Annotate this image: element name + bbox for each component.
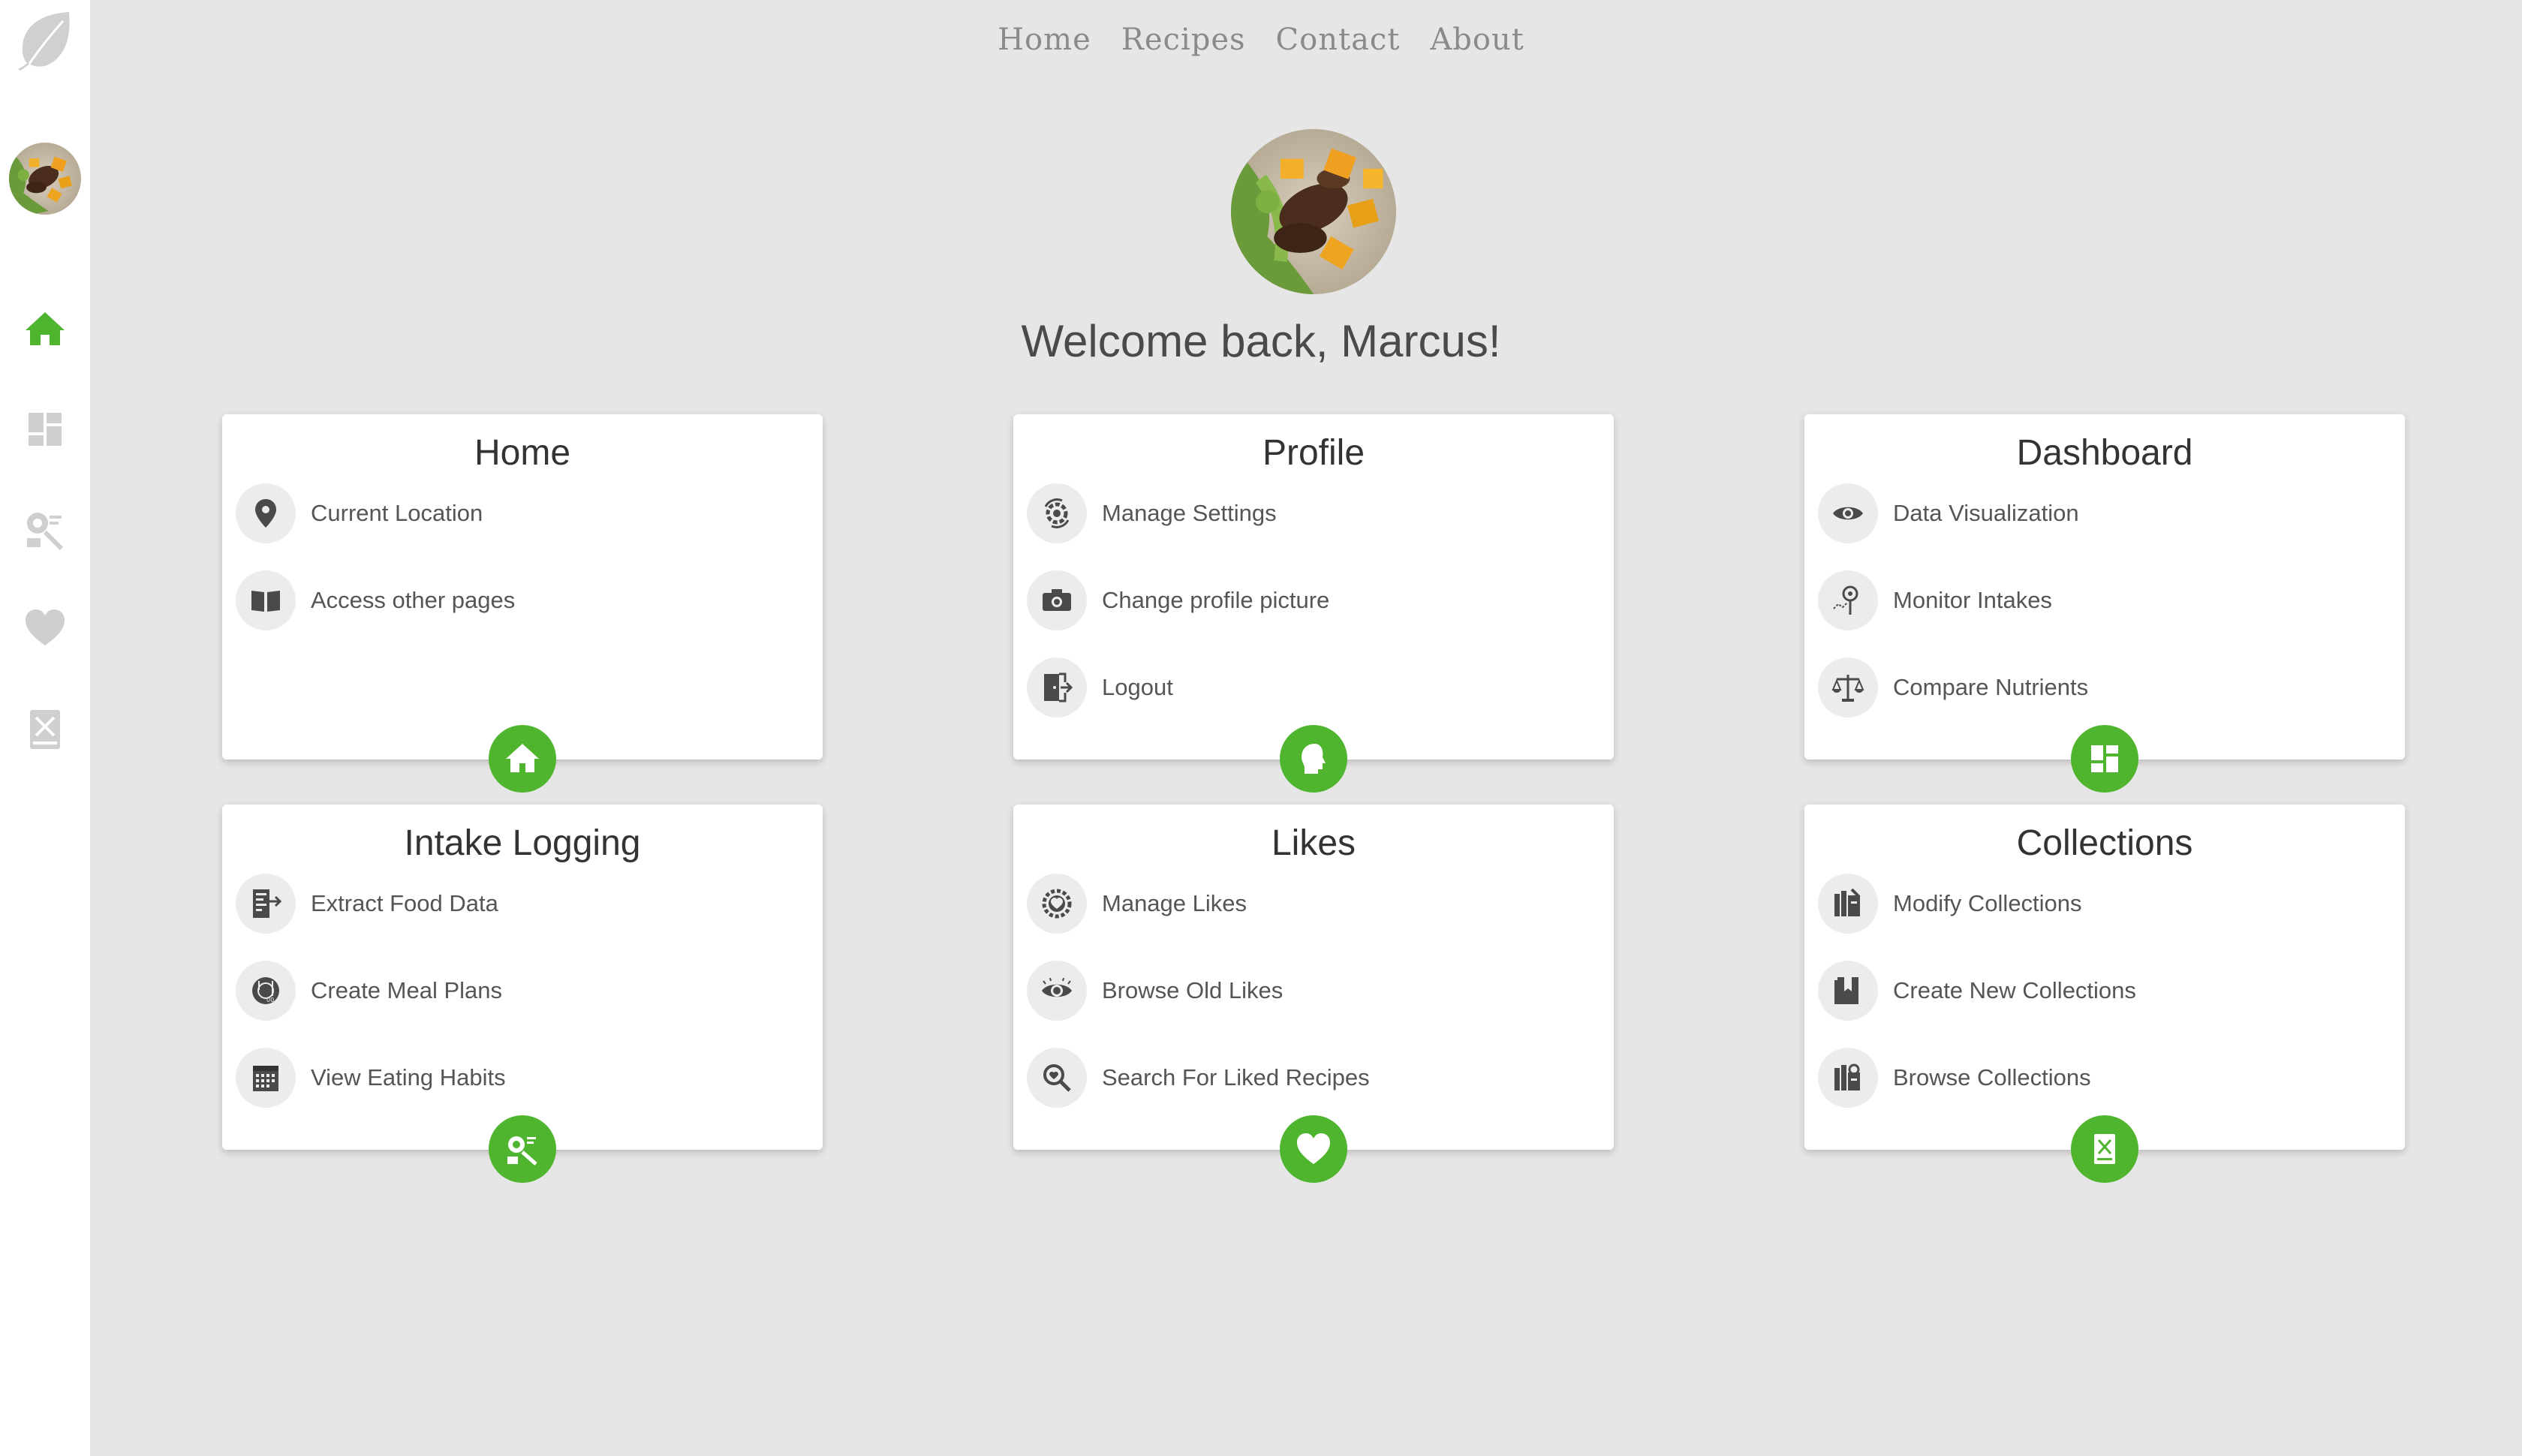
item-label: Logout [1102,674,1173,700]
list-item-data-visualization[interactable]: Data Visualization [1818,483,2079,543]
item-label: Browse Old Likes [1102,977,1284,1003]
likes-fab-button[interactable] [1280,1115,1347,1183]
monitor-icon [1818,570,1878,630]
list-item-change-profile-picture[interactable]: Change profile picture [1027,570,1329,630]
list-item-manage-likes[interactable]: Manage Likes [1027,874,1247,934]
home-fab-button[interactable] [489,725,556,793]
item-label: Manage Likes [1102,890,1247,916]
card-title: Intake Logging [404,823,641,863]
dashboard-fab-button[interactable] [2071,725,2138,793]
item-label: View Eating Habits [311,1064,506,1090]
list-item-view-eating-habits[interactable]: View Eating Habits [236,1048,506,1108]
camera-icon [1027,570,1087,630]
top-nav: Home Recipes Contact About [0,23,2522,57]
list-item-create-meal-plans[interactable]: 00 Create Meal Plans [236,961,502,1021]
item-label: Current Location [311,500,483,526]
profile-fab-button[interactable] [1280,725,1347,793]
nav-link-home[interactable]: Home [998,23,1091,57]
list-item-monitor-intakes[interactable]: Monitor Intakes [1818,570,2052,630]
card-title: Home [474,433,571,473]
item-label: Manage Settings [1102,500,1277,526]
item-label: Create New Collections [1893,977,2136,1003]
item-label: Extract Food Data [311,890,498,916]
list-item-access-other-pages[interactable]: Access other pages [236,570,515,630]
card-title: Profile [1262,433,1365,473]
item-label: Data Visualization [1893,500,2079,526]
modify-collection-icon [1818,874,1878,934]
card-dashboard: Dashboard Data Visualization Monitor Int… [1804,414,2405,793]
meal-plan-icon: 00 [236,961,296,1021]
sidebar-collections-icon[interactable] [23,707,68,752]
nav-link-about[interactable]: About [1430,23,1524,57]
list-item-current-location[interactable]: Current Location [236,483,483,543]
item-label: Change profile picture [1102,587,1330,613]
nav-link-recipes[interactable]: Recipes [1121,23,1246,57]
welcome-message: Welcome back, Marcus! [1021,316,1501,366]
item-label: Modify Collections [1893,890,2082,916]
list-item-browse-old-likes[interactable]: Browse Old Likes [1027,961,1283,1021]
card-profile: Profile Manage Settings Change profile p… [1013,414,1614,793]
eye-icon [1818,483,1878,543]
list-item-logout[interactable]: Logout [1027,657,1173,717]
card-title: Collections [2016,823,2193,863]
list-item-search-liked-recipes[interactable]: Search For Liked Recipes [1027,1048,1370,1108]
calendar-icon [236,1048,296,1108]
browse-eye-icon [1027,961,1087,1021]
sidebar-intake-icon[interactable] [23,507,68,552]
scale-icon [1818,657,1878,717]
sidebar-dashboard-icon[interactable] [23,407,68,452]
gear-icon [1027,483,1087,543]
new-collection-icon [1818,961,1878,1021]
home-icon [506,744,539,772]
list-item-modify-collections[interactable]: Modify Collections [1818,874,2082,934]
card-title: Likes [1271,823,1356,863]
list-item-browse-collections[interactable]: Browse Collections [1818,1048,2091,1108]
nav-link-contact[interactable]: Contact [1276,23,1401,57]
list-item-create-new-collections[interactable]: Create New Collections [1818,961,2136,1021]
item-label: Monitor Intakes [1893,587,2052,613]
item-label: Access other pages [311,587,516,613]
item-label: Create Meal Plans [311,977,503,1003]
extract-icon [236,874,296,934]
sidebar-avatar[interactable] [9,143,81,215]
dashboard-icon [2091,745,2118,772]
intake-fab-button[interactable] [489,1115,556,1183]
card-intake-logging: Intake Logging Extract Food Data 00 Crea… [222,805,823,1183]
intake-icon [507,1136,537,1166]
list-item-manage-settings[interactable]: Manage Settings [1027,483,1277,543]
card-title: Dashboard [2016,433,2193,473]
collections-icon [2094,1134,2115,1164]
list-item-compare-nutrients[interactable]: Compare Nutrients [1818,657,2088,717]
search-icon [1027,1048,1087,1108]
sidebar [0,0,90,1456]
book-icon [236,570,296,630]
item-label: Compare Nutrients [1893,674,2089,700]
svg-text:00: 00 [266,997,274,1003]
profile-avatar[interactable] [1231,129,1396,294]
card-collections: Collections Modify Collections Create Ne… [1804,805,2405,1183]
item-label: Search For Liked Recipes [1102,1064,1370,1090]
item-label: Browse Collections [1893,1064,2091,1090]
logout-icon [1027,657,1087,717]
browse-collection-icon [1818,1048,1878,1108]
card-likes: Likes Manage Likes Browse Old Likes Sear… [1013,805,1614,1183]
collections-fab-button[interactable] [2071,1115,2138,1183]
manage-likes-icon [1027,874,1087,934]
heart-icon [1297,1133,1330,1164]
location-pin-icon [236,483,296,543]
list-item-extract-food-data[interactable]: Extract Food Data [236,874,498,934]
card-home: Home Current Location Access other pages [222,414,823,793]
sidebar-heart-icon[interactable] [23,606,68,651]
head-icon [1302,744,1326,774]
